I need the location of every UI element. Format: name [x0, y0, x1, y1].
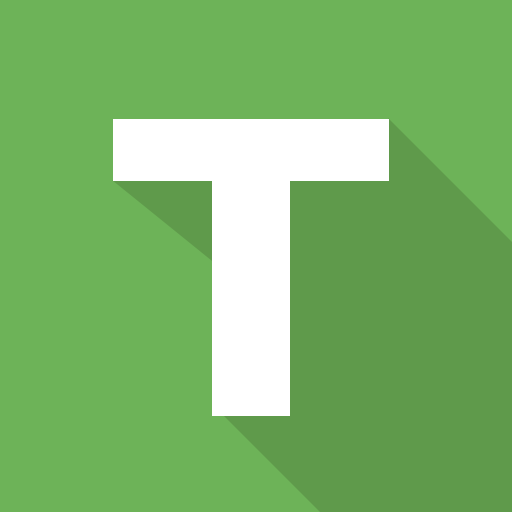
letter-t-app-icon: T — [0, 0, 512, 512]
letter-t-stem — [212, 181, 290, 416]
letter-t-crossbar — [113, 119, 389, 181]
letter-t-icon — [0, 0, 512, 512]
